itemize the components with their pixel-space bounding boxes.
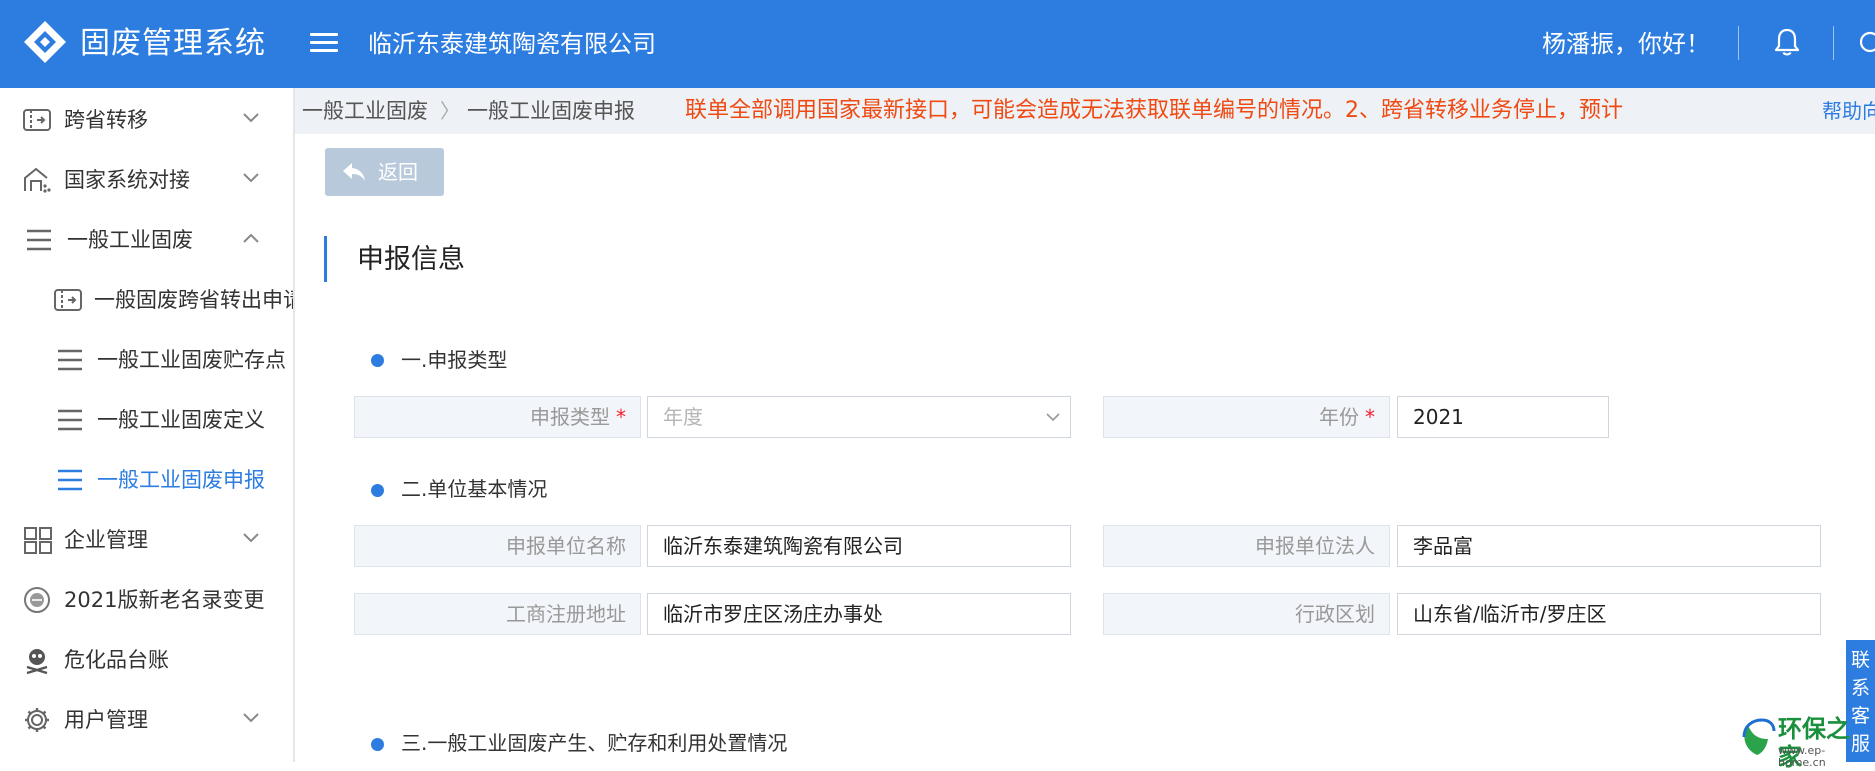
sidebar-item-label: 一般工业固废 (67, 228, 193, 252)
chevron-down-icon (1046, 413, 1060, 422)
main-content: 一般工业固废 〉 一般工业固废申报 联单全部调用国家最新接口，可能会造成无法获取… (295, 88, 1875, 762)
sidebar-item-label: 跨省转移 (64, 108, 148, 132)
subsection-title-report-type: 一.申报类型 (401, 348, 508, 372)
sidebar-item-label: 2021版新老名录变更 (64, 588, 265, 612)
menu-toggle-icon[interactable] (310, 28, 338, 58)
sidebar-item-cross-province-transfer[interactable]: 跨省转移 (0, 90, 293, 150)
report-type-select[interactable]: 年度 (647, 396, 1071, 438)
sidebar-item-cross-province-out-application[interactable]: 一般固废跨省转出申请 (0, 270, 293, 330)
list-icon (58, 409, 82, 431)
sidebar-item-label: 用户管理 (64, 708, 148, 732)
gear-icon (25, 708, 49, 732)
breadcrumb-item[interactable]: 一般工业固废 (302, 95, 428, 127)
transfer-ticket-icon (23, 109, 51, 131)
watermark-logo: 环保之家 www.ep-home.cn (1738, 715, 1868, 771)
sidebar-item-label: 危化品台账 (64, 648, 169, 672)
year-input[interactable]: 2021 (1397, 396, 1609, 438)
year-label: 年份 * (1103, 396, 1390, 438)
breadcrumb-item-current: 一般工业固废申报 (467, 99, 635, 123)
sidebar-item-declaration[interactable]: 一般工业固废申报 (0, 450, 293, 510)
notice-marquee: 联单全部调用国家最新接口，可能会造成无法获取联单编号的情况。2、跨省转移业务停止… (685, 98, 1624, 123)
chevron-down-icon (243, 533, 259, 543)
sidebar-item-label: 一般工业固废申报 (97, 468, 265, 492)
list-icon (58, 349, 82, 371)
header-divider (1738, 26, 1739, 60)
back-button[interactable]: 返回 (325, 148, 444, 196)
required-mark: * (1365, 405, 1375, 429)
header-divider (1833, 26, 1834, 60)
sidebar-item-storage-point[interactable]: 一般工业固废贮存点 (0, 330, 293, 390)
sidebar-item-general-industrial-waste[interactable]: 一般工业固废 (0, 210, 293, 270)
list-icon (27, 229, 51, 251)
leaf-globe-icon (1742, 718, 1776, 755)
section-title: 申报信息 (357, 244, 465, 275)
region-label: 行政区划 (1103, 593, 1390, 635)
reply-arrow-icon (343, 163, 365, 181)
subsection-title-unit-info: 二.单位基本情况 (401, 477, 548, 501)
region-input[interactable]: 山东省/临沂市/罗庄区 (1397, 593, 1821, 635)
chevron-down-icon (243, 713, 259, 723)
subsection-dot (371, 354, 384, 367)
unit-name-input[interactable]: 临沂东泰建筑陶瓷有限公司 (647, 525, 1071, 567)
sidebar-item-national-system[interactable]: 国家系统对接 (0, 150, 293, 210)
report-type-label: 申报类型 * (354, 396, 641, 438)
reg-address-label: 工商注册地址 (354, 593, 641, 635)
breadcrumb-separator: 〉 (440, 99, 460, 123)
year-label-text: 年份 (1319, 405, 1359, 429)
legal-person-label: 申报单位法人 (1103, 525, 1390, 567)
sidebar-item-label: 国家系统对接 (64, 168, 190, 192)
app-title: 固废管理系统 (80, 26, 266, 61)
sidebar-item-label: 一般工业固废贮存点 (97, 348, 286, 372)
chevron-down-icon (243, 113, 259, 123)
unit-name-label: 申报单位名称 (354, 525, 641, 567)
legal-person-input[interactable]: 李品富 (1397, 525, 1821, 567)
chevron-up-icon (243, 233, 259, 243)
sidebar-item-user-management[interactable]: 用户管理 (0, 690, 293, 750)
grid-icon (24, 527, 52, 554)
building-network-icon (24, 167, 51, 193)
transfer-ticket-icon (54, 289, 82, 311)
logo-icon (24, 21, 66, 63)
breadcrumb: 一般工业固废 〉 一般工业固废申报 联单全部调用国家最新接口，可能会造成无法获取… (295, 88, 1875, 134)
subsection-dot (371, 738, 384, 751)
help-link[interactable]: 帮助向 (1822, 96, 1875, 126)
header-company-name: 临沂东泰建筑陶瓷有限公司 (368, 30, 656, 58)
subsection-title-waste-generation: 三.一般工业固废产生、贮存和利用处置情况 (401, 731, 788, 755)
sidebar: 跨省转移 国家系统对接 一般工业固废 一般固废跨省转出申请 一般工业固废贮存点 (0, 88, 295, 762)
sidebar-item-label: 一般固废跨省转出申请 (94, 288, 295, 312)
list-icon (58, 469, 82, 491)
sidebar-item-definition[interactable]: 一般工业固废定义 (0, 390, 293, 450)
fullscreen-icon[interactable] (1858, 30, 1875, 54)
watermark-url: www.ep-home.cn (1778, 744, 1826, 769)
back-button-label: 返回 (378, 160, 418, 184)
top-header: 固废管理系统 临沂东泰建筑陶瓷有限公司 杨潘振，你好！ (0, 0, 1875, 88)
sidebar-item-label: 企业管理 (64, 528, 148, 552)
sidebar-item-catalog-change[interactable]: 2021版新老名录变更 (0, 570, 293, 630)
user-greeting[interactable]: 杨潘振，你好！ (1542, 26, 1710, 62)
required-mark: * (616, 405, 626, 429)
skull-icon (26, 649, 48, 674)
seal-icon (24, 587, 50, 613)
sidebar-item-enterprise-management[interactable]: 企业管理 (0, 510, 293, 570)
sidebar-item-hazardous-chemicals[interactable]: 危化品台账 (0, 630, 293, 690)
sidebar-item-label: 一般工业固废定义 (97, 408, 265, 432)
reg-address-input[interactable]: 临沂市罗庄区汤庄办事处 (647, 593, 1071, 635)
report-type-label-text: 申报类型 (530, 405, 610, 429)
chevron-down-icon (243, 173, 259, 183)
report-type-placeholder: 年度 (663, 405, 703, 429)
bell-icon[interactable] (1773, 27, 1801, 57)
subsection-dot (371, 484, 384, 497)
section-accent-bar (324, 236, 327, 282)
